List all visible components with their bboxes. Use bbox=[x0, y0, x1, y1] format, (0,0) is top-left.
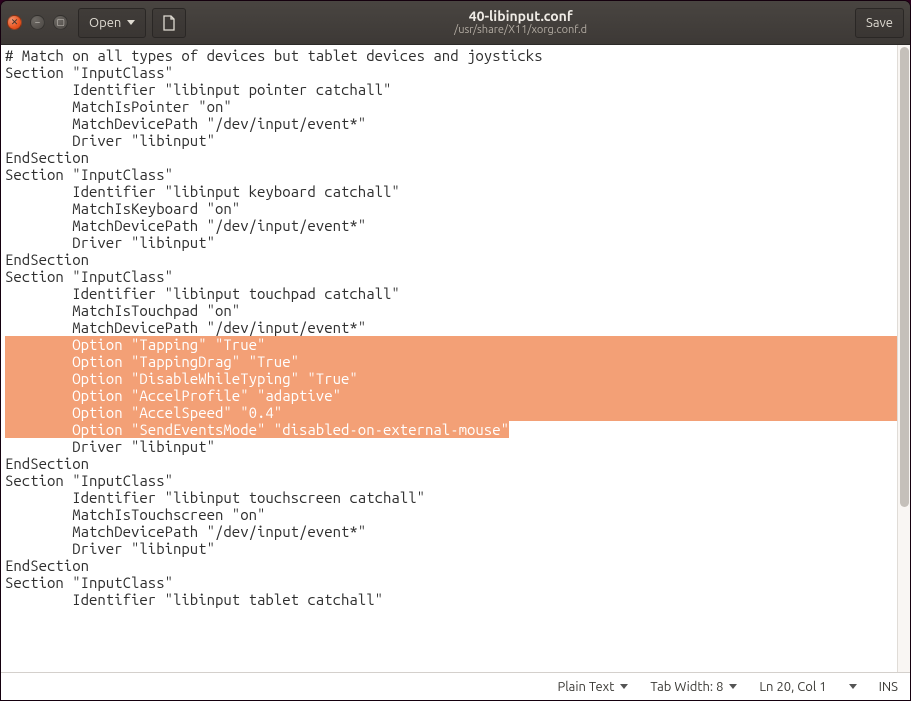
extra-selector[interactable] bbox=[849, 684, 857, 689]
scrollbar-thumb[interactable] bbox=[900, 47, 909, 507]
editor-line: Option "AccelProfile" "adaptive" bbox=[5, 387, 910, 404]
syntax-selector[interactable]: Plain Text bbox=[557, 680, 628, 694]
editor-line: # Match on all types of devices but tabl… bbox=[5, 47, 910, 64]
text-editor[interactable]: # Match on all types of devices but tabl… bbox=[1, 45, 910, 672]
editor-wrap: # Match on all types of devices but tabl… bbox=[1, 45, 910, 700]
editor-line: Identifier "libinput tablet catchall" bbox=[5, 591, 910, 608]
insert-mode[interactable]: INS bbox=[879, 680, 898, 694]
editor-line: MatchDevicePath "/dev/input/event*" bbox=[5, 217, 910, 234]
new-document-icon bbox=[161, 15, 177, 31]
editor-line: EndSection bbox=[5, 149, 910, 166]
save-button[interactable]: Save bbox=[855, 8, 904, 38]
editor-line: Option "TappingDrag" "True" bbox=[5, 353, 910, 370]
editor-line: Section "InputClass" bbox=[5, 268, 910, 285]
editor-line: Option "AccelSpeed" "0.4" bbox=[5, 404, 910, 421]
tab-width-selector[interactable]: Tab Width: 8 bbox=[650, 680, 737, 694]
editor-line: Driver "libinput" bbox=[5, 540, 910, 557]
chevron-down-icon bbox=[729, 684, 737, 689]
cursor-position-label: Ln 20, Col 1 bbox=[759, 680, 826, 694]
document-path: /usr/share/X11/xorg.conf.d bbox=[192, 24, 849, 36]
chevron-down-icon bbox=[127, 20, 135, 25]
save-button-label: Save bbox=[866, 16, 893, 30]
new-document-button[interactable] bbox=[152, 8, 186, 38]
open-button-label: Open bbox=[89, 16, 121, 30]
editor-line: MatchDevicePath "/dev/input/event*" bbox=[5, 115, 910, 132]
editor-line: MatchIsTouchpad "on" bbox=[5, 302, 910, 319]
editor-line: Driver "libinput" bbox=[5, 438, 910, 455]
insert-mode-label: INS bbox=[879, 680, 898, 694]
editor-line: EndSection bbox=[5, 557, 910, 574]
chevron-down-icon bbox=[620, 684, 628, 689]
editor-line: Identifier "libinput touchpad catchall" bbox=[5, 285, 910, 302]
editor-line: Driver "libinput" bbox=[5, 234, 910, 251]
editor-line: MatchIsTouchscreen "on" bbox=[5, 506, 910, 523]
editor-line: MatchDevicePath "/dev/input/event*" bbox=[5, 319, 910, 336]
editor-line: MatchIsKeyboard "on" bbox=[5, 200, 910, 217]
minimize-icon[interactable]: – bbox=[30, 15, 45, 30]
open-button[interactable]: Open bbox=[78, 8, 146, 38]
editor-line: Identifier "libinput touchscreen catchal… bbox=[5, 489, 910, 506]
editor-line: Section "InputClass" bbox=[5, 574, 910, 591]
editor-line: Section "InputClass" bbox=[5, 166, 910, 183]
editor-line: MatchIsPointer "on" bbox=[5, 98, 910, 115]
window-controls: ✕ – ▢ bbox=[7, 15, 72, 30]
title-block: 40-libinput.conf /usr/share/X11/xorg.con… bbox=[192, 9, 849, 36]
editor-line: Option "DisableWhileTyping" "True" bbox=[5, 370, 910, 387]
cursor-position: Ln 20, Col 1 bbox=[759, 680, 826, 694]
editor-line: Section "InputClass" bbox=[5, 472, 910, 489]
editor-line: Section "InputClass" bbox=[5, 64, 910, 81]
header-bar: ✕ – ▢ Open 40-libinput.conf /usr/share/X… bbox=[1, 1, 910, 45]
editor-line: Identifier "libinput keyboard catchall" bbox=[5, 183, 910, 200]
syntax-label: Plain Text bbox=[557, 680, 614, 694]
editor-line: Option "Tapping" "True" bbox=[5, 336, 910, 353]
status-bar: Plain Text Tab Width: 8 Ln 20, Col 1 INS bbox=[1, 672, 910, 700]
editor-line: MatchDevicePath "/dev/input/event*" bbox=[5, 523, 910, 540]
editor-line: Driver "libinput" bbox=[5, 132, 910, 149]
editor-line: Identifier "libinput pointer catchall" bbox=[5, 81, 910, 98]
editor-line: EndSection bbox=[5, 251, 910, 268]
vertical-scrollbar[interactable] bbox=[897, 45, 910, 672]
editor-line: EndSection bbox=[5, 455, 910, 472]
maximize-icon[interactable]: ▢ bbox=[53, 15, 68, 30]
tab-width-label: Tab Width: 8 bbox=[650, 680, 723, 694]
editor-window: ✕ – ▢ Open 40-libinput.conf /usr/share/X… bbox=[0, 0, 911, 701]
close-icon[interactable]: ✕ bbox=[7, 15, 22, 30]
document-title: 40-libinput.conf bbox=[192, 9, 849, 24]
editor-line: Option "SendEventsMode" "disabled-on-ext… bbox=[5, 421, 910, 438]
chevron-down-icon bbox=[849, 684, 857, 689]
